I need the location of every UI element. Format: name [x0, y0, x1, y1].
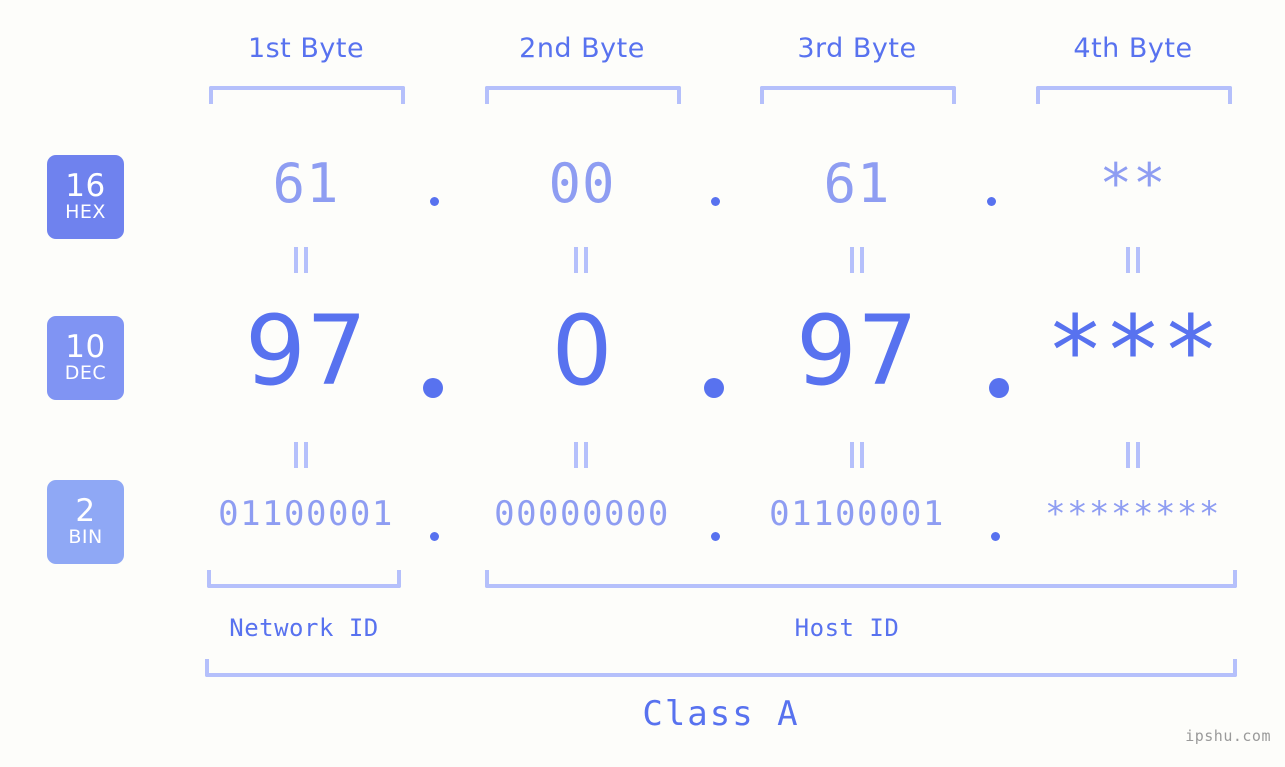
- base-badge-bin-label: BIN: [68, 526, 103, 549]
- hex-byte-2: 00: [548, 152, 616, 215]
- network-id-label: Network ID: [229, 614, 379, 642]
- base-badge-dec-label: DEC: [64, 362, 107, 385]
- equals-mark-dec-bin-2: [573, 442, 589, 468]
- host-id-bracket: [485, 570, 1237, 588]
- hex-byte-3: 61: [823, 152, 891, 215]
- hex-separator-dot-3: [987, 197, 996, 206]
- bin-byte-4: ********: [1045, 494, 1221, 534]
- equals-mark-dec-bin-1: [293, 442, 309, 468]
- dec-separator-dot-1: [423, 378, 443, 398]
- byte-bracket-1: [209, 86, 405, 104]
- equals-mark-hex-dec-2: [573, 247, 589, 273]
- hex-byte-4: **: [1099, 152, 1167, 215]
- byte-bracket-4: [1036, 86, 1232, 104]
- dec-separator-dot-3: [989, 378, 1009, 398]
- bin-separator-dot-2: [711, 532, 720, 541]
- bin-byte-2: 00000000: [494, 494, 670, 534]
- byte-header-3: 3rd Byte: [797, 33, 917, 64]
- equals-mark-hex-dec-1: [293, 247, 309, 273]
- base-badge-dec[interactable]: 10 DEC: [47, 316, 124, 400]
- hex-separator-dot-1: [430, 197, 439, 206]
- dec-byte-2: 0: [551, 295, 613, 407]
- dec-byte-4: ***: [1046, 295, 1220, 407]
- base-badge-dec-number: 10: [65, 328, 106, 365]
- base-badge-bin-number: 2: [75, 492, 96, 529]
- base-badge-hex-number: 16: [65, 167, 106, 204]
- byte-bracket-3: [760, 86, 956, 104]
- bin-byte-3: 01100001: [769, 494, 945, 534]
- network-id-bracket: [207, 570, 401, 588]
- dec-separator-dot-2: [704, 378, 724, 398]
- equals-mark-hex-dec-4: [1125, 247, 1141, 273]
- hex-separator-dot-2: [711, 197, 720, 206]
- byte-header-4: 4th Byte: [1073, 33, 1193, 64]
- byte-header-2: 2nd Byte: [519, 33, 645, 64]
- site-watermark: ipshu.com: [1185, 727, 1271, 745]
- base-badge-hex-label: HEX: [65, 201, 106, 224]
- class-bracket: [205, 659, 1237, 677]
- bin-byte-1: 01100001: [218, 494, 394, 534]
- byte-header-1: 1st Byte: [247, 33, 365, 64]
- base-badge-hex[interactable]: 16 HEX: [47, 155, 124, 239]
- bin-separator-dot-1: [430, 532, 439, 541]
- host-id-label: Host ID: [794, 614, 900, 642]
- equals-mark-dec-bin-4: [1125, 442, 1141, 468]
- hex-byte-1: 61: [272, 152, 340, 215]
- dec-byte-1: 97: [244, 295, 368, 407]
- ip-byte-breakdown-diagram: 1st Byte 2nd Byte 3rd Byte 4th Byte 16 H…: [0, 0, 1285, 767]
- equals-mark-dec-bin-3: [849, 442, 865, 468]
- dec-byte-3: 97: [795, 295, 919, 407]
- equals-mark-hex-dec-3: [849, 247, 865, 273]
- base-badge-bin[interactable]: 2 BIN: [47, 480, 124, 564]
- class-label: Class A: [642, 694, 800, 734]
- byte-bracket-2: [485, 86, 681, 104]
- bin-separator-dot-3: [991, 532, 1000, 541]
